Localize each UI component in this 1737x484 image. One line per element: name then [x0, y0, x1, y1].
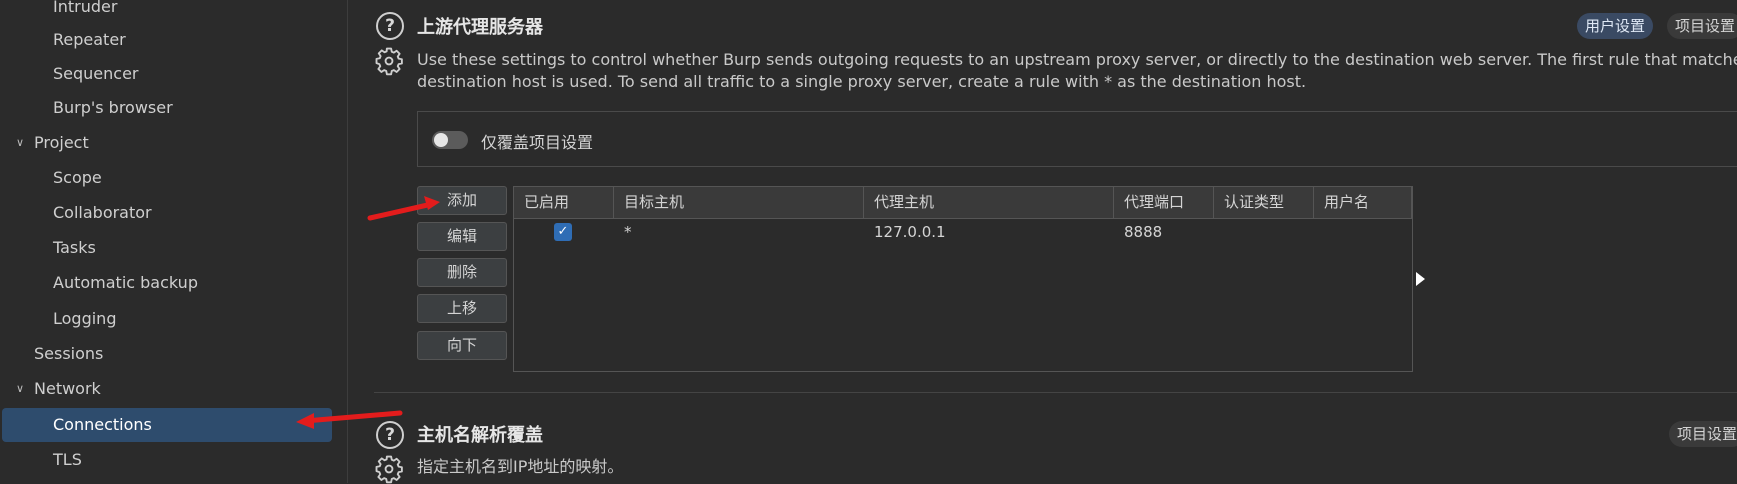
red-arrow-icon	[296, 196, 440, 429]
